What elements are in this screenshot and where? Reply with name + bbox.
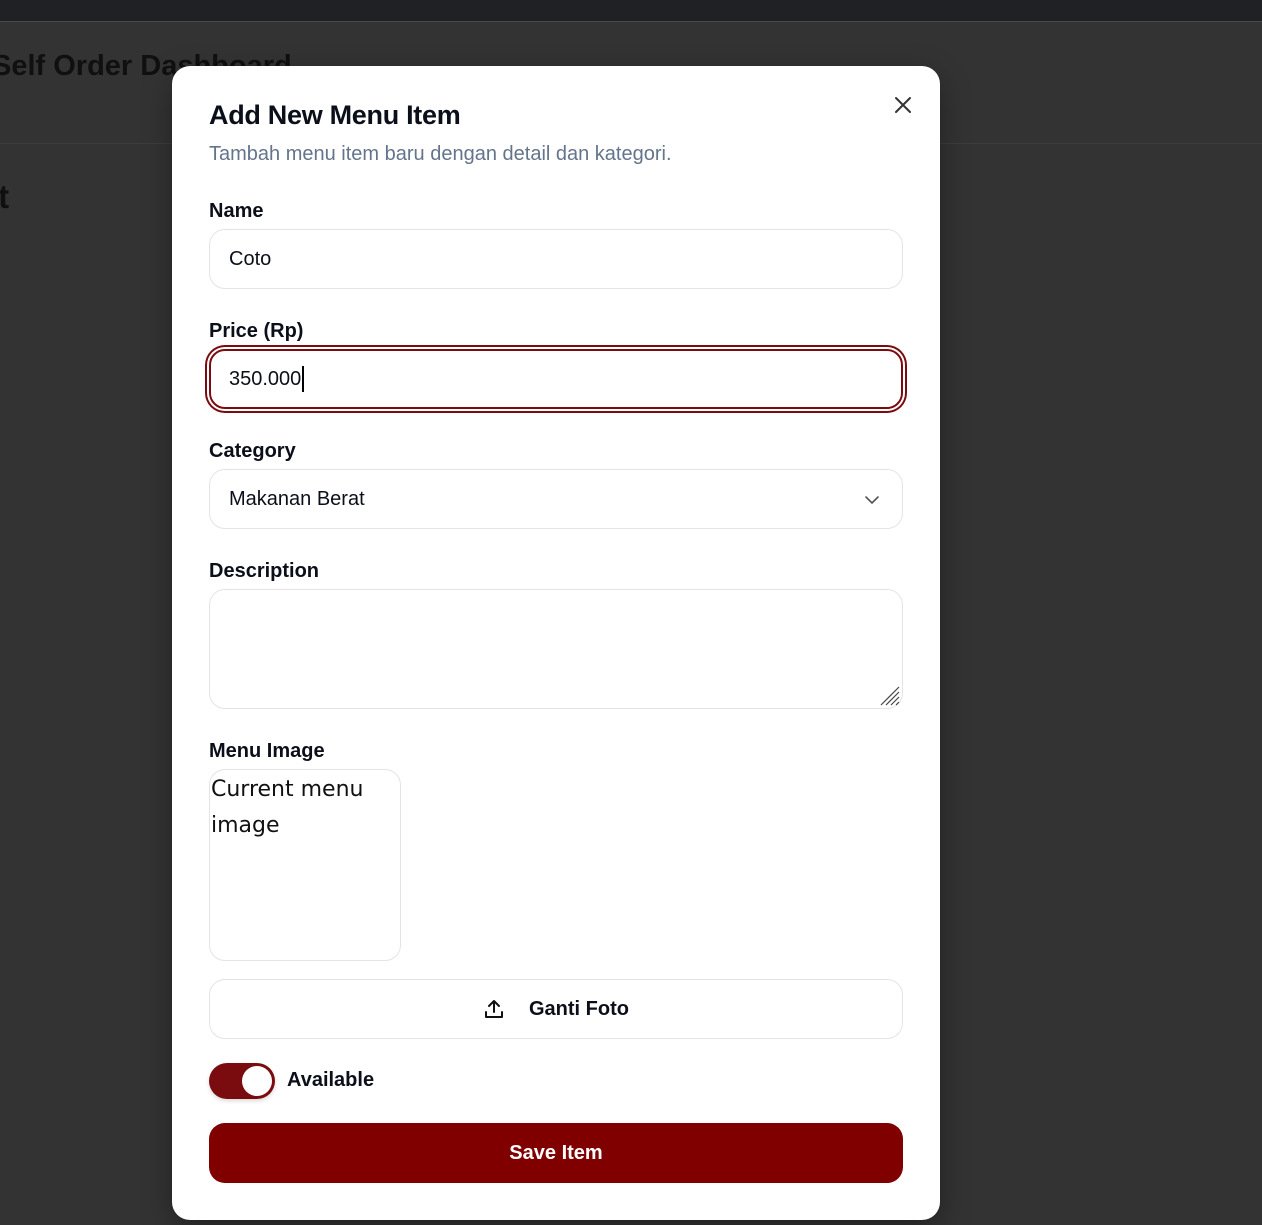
- menu-image-alt-text: Current menu image: [211, 777, 364, 838]
- save-item-label: Save Item: [509, 1141, 603, 1164]
- change-photo-label: Ganti Foto: [529, 997, 629, 1020]
- price-input[interactable]: 350.000: [209, 349, 903, 409]
- price-label: Price (Rp): [209, 320, 304, 342]
- close-icon: [895, 97, 911, 113]
- dialog-title: Add New Menu Item: [209, 100, 461, 130]
- upload-icon: [485, 1000, 503, 1018]
- menu-image-preview: Current menu image: [209, 769, 401, 961]
- available-label: Available: [287, 1069, 375, 1091]
- resize-handle-icon[interactable]: [878, 684, 900, 706]
- available-toggle[interactable]: [209, 1063, 275, 1099]
- add-menu-item-dialog: Add New Menu Item Tambah menu item baru …: [172, 66, 940, 1220]
- toggle-knob: [242, 1066, 272, 1096]
- description-textarea[interactable]: [209, 589, 903, 709]
- page-heading: nt: [0, 178, 10, 215]
- category-select[interactable]: Makanan Berat: [209, 469, 903, 529]
- change-photo-button[interactable]: Ganti Foto: [209, 979, 903, 1039]
- name-input[interactable]: Coto: [209, 229, 903, 289]
- chevron-down-icon: [865, 496, 879, 504]
- category-select-value: Makanan Berat: [229, 487, 365, 510]
- dialog-description: Tambah menu item baru dengan detail dan …: [209, 143, 672, 165]
- description-label: Description: [209, 560, 320, 582]
- name-input-value: Coto: [229, 247, 272, 270]
- text-caret: [302, 366, 304, 392]
- name-label: Name: [209, 200, 264, 222]
- save-item-button[interactable]: Save Item: [209, 1123, 903, 1183]
- browser-top-bar: [0, 0, 1262, 22]
- price-input-value: 350.000: [229, 367, 302, 390]
- close-button[interactable]: [888, 90, 918, 120]
- menu-image-label: Menu Image: [209, 740, 325, 762]
- category-label: Category: [209, 440, 296, 462]
